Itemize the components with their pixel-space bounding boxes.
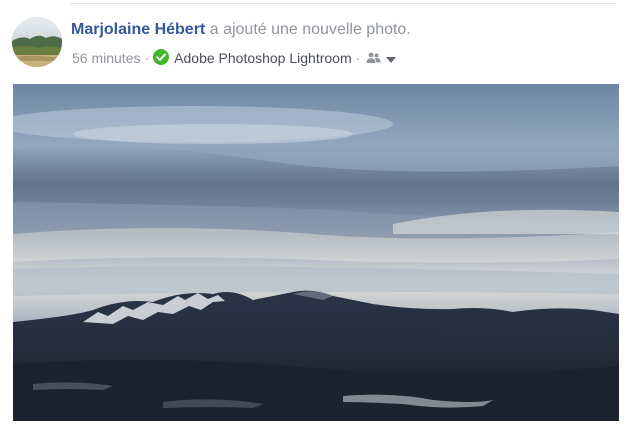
timestamp-link[interactable]: 56 minutes — [72, 48, 140, 68]
caret-down-icon — [386, 48, 397, 68]
news-feed-post: Marjolaine Hébert a ajouté une nouvelle … — [0, 0, 631, 429]
post-header: Marjolaine Hébert a ajouté une nouvelle … — [71, 20, 411, 40]
post-meta: 56 minutes · Adobe Photoshop Lightroom · — [72, 48, 397, 68]
post-action-text: a ajouté une nouvelle photo. — [209, 21, 411, 38]
app-source-link[interactable]: Adobe Photoshop Lightroom — [174, 48, 351, 68]
meta-separator: · — [144, 50, 150, 66]
friends-icon — [366, 48, 381, 68]
avatar-image — [12, 17, 62, 67]
mountain-landscape-photo[interactable] — [13, 84, 619, 421]
audience-selector[interactable] — [366, 48, 397, 68]
green-check-icon — [153, 49, 170, 65]
avatar[interactable] — [12, 17, 62, 67]
divider — [70, 3, 617, 4]
author-name-link[interactable]: Marjolaine Hébert — [71, 21, 205, 38]
meta-separator: · — [355, 50, 361, 66]
